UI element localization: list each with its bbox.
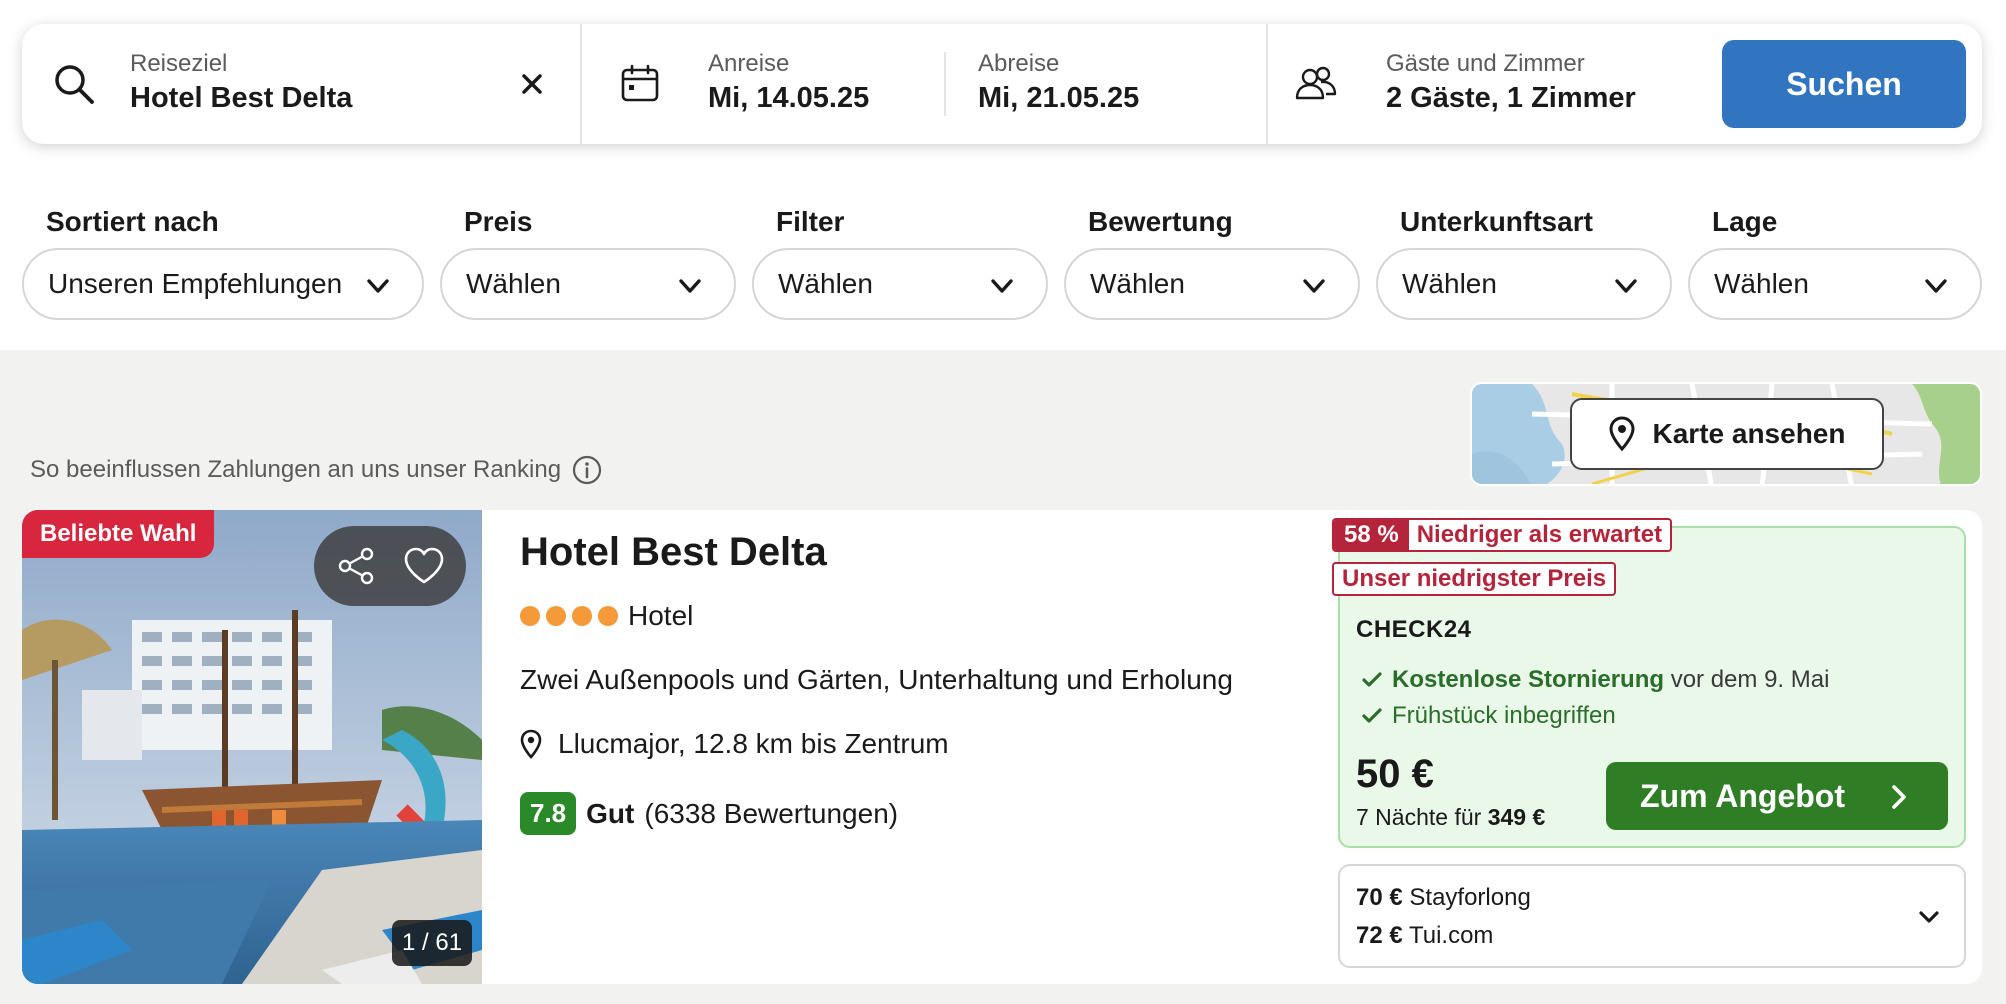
perk-breakfast-text: Frühstück inbegriffen	[1392, 702, 1616, 729]
photo-actions	[314, 526, 466, 606]
filter-label-filter: Filter	[776, 206, 845, 237]
rating-word: Gut	[586, 797, 635, 829]
star-icon	[598, 606, 618, 626]
accommodation-value: Wählen	[1402, 268, 1497, 299]
guests-value[interactable]: 2 Gäste, 1 Zimmer	[1386, 82, 1636, 115]
chevron-down-icon	[679, 279, 701, 293]
rating-select[interactable]: Wählen	[1064, 248, 1360, 320]
checkin-label: Anreise	[708, 50, 790, 77]
chevron-down-icon	[1925, 279, 1947, 293]
price-select[interactable]: Wählen	[440, 248, 736, 320]
star-icon	[546, 606, 566, 626]
check-icon	[1362, 672, 1382, 687]
destination-field[interactable]: Reiseziel Hotel Best Delta	[22, 24, 582, 144]
filter-label-rating: Bewertung	[1088, 206, 1233, 237]
chevron-down-icon	[1919, 911, 1939, 923]
discount-tag: 58 % Niedriger als erwartet	[1332, 518, 1673, 552]
discount-text: Niedriger als erwartet	[1416, 521, 1663, 548]
perk-breakfast: Frühstück inbegriffen	[1362, 702, 1616, 730]
rating-count: (6338 Bewertungen)	[644, 797, 899, 829]
hotel-name[interactable]: Hotel Best Delta	[520, 530, 827, 575]
search-button[interactable]: Suchen	[1722, 40, 1966, 128]
filter-label-sort: Sortiert nach	[46, 206, 219, 237]
location-value: Wählen	[1714, 268, 1809, 299]
hotel-photo[interactable]: Beliebte Wahl 1 / 61	[22, 510, 482, 984]
show-map-label: Karte ansehen	[1652, 418, 1846, 449]
price-total: 7 Nächte für 349 €	[1356, 804, 1545, 831]
rating-value: Wählen	[1090, 268, 1185, 299]
perk-free-cancellation: Kostenlose Stornierung vor dem 9. Mai	[1362, 666, 1829, 694]
other-offer-row: 70 € Stayforlong	[1356, 884, 1531, 912]
perk-cancellation-rest: vor dem 9. Mai	[1670, 666, 1830, 693]
info-icon[interactable]	[571, 454, 603, 486]
price-per-night: 50 €	[1356, 752, 1434, 796]
clear-icon[interactable]	[512, 64, 552, 104]
sort-select[interactable]: Unseren Empfehlungen	[22, 248, 424, 320]
view-offer-button[interactable]: Zum Angebot	[1606, 762, 1948, 830]
rating-score: 7.8	[520, 792, 577, 835]
star-rating	[520, 606, 618, 626]
location-select[interactable]: Wählen	[1688, 248, 1982, 320]
filter-label-location: Lage	[1712, 206, 1778, 237]
guests-label: Gäste und Zimmer	[1386, 50, 1585, 77]
discount-percent: 58 %	[1334, 520, 1409, 550]
star-icon	[520, 606, 540, 626]
chevron-down-icon	[367, 279, 389, 293]
price-value: Wählen	[466, 268, 561, 299]
accommodation-select[interactable]: Wählen	[1376, 248, 1672, 320]
lowest-price-tag: Unser niedrigster Preis	[1332, 562, 1617, 596]
map-pin-icon	[1609, 416, 1635, 452]
search-bar: Reiseziel Hotel Best Delta Anreise Mi, 1…	[22, 24, 1982, 144]
checkout-value[interactable]: Mi, 21.05.25	[978, 82, 1139, 115]
price-nights-prefix: 7 Nächte für	[1356, 804, 1482, 830]
chevron-right-icon	[1892, 785, 1906, 809]
filter-select[interactable]: Wählen	[752, 248, 1048, 320]
star-icon	[572, 606, 592, 626]
other-offer-price: 72 €	[1356, 922, 1403, 949]
ranking-note[interactable]: So beeinflussen Zahlungen an uns unser R…	[30, 454, 603, 486]
date-field[interactable]: Anreise Mi, 14.05.25 Abreise Mi, 21.05.2…	[582, 24, 1268, 144]
filter-value: Wählen	[778, 268, 873, 299]
hotel-card[interactable]: Beliebte Wahl 1 / 61 Hotel Best Delta Ho…	[22, 510, 1982, 984]
search-icon	[55, 65, 94, 104]
ranking-note-text: So beeinflussen Zahlungen an uns unser R…	[30, 456, 562, 483]
chevron-down-icon	[1615, 279, 1637, 293]
other-offer-provider: Tui.com	[1408, 922, 1494, 949]
filter-label-price: Preis	[464, 206, 533, 237]
offer-provider: CHECK24	[1356, 616, 1472, 643]
guests-icon	[1295, 66, 1337, 100]
other-offer-price: 70 €	[1356, 884, 1403, 911]
destination-input[interactable]: Hotel Best Delta	[130, 82, 352, 115]
show-map-button[interactable]: Karte ansehen	[1570, 398, 1884, 470]
checkout-label: Abreise	[978, 50, 1060, 77]
perk-cancellation-bold: Kostenlose Stornierung	[1392, 666, 1665, 693]
view-offer-label: Zum Angebot	[1640, 777, 1845, 814]
hotel-type: Hotel	[628, 600, 694, 631]
other-offer-row: 72 € Tui.com	[1356, 922, 1493, 950]
location-pin-icon	[520, 729, 542, 759]
hotel-location: Llucmajor, 12.8 km bis Zentrum	[520, 728, 949, 760]
calendar-icon	[621, 64, 659, 102]
heart-icon[interactable]	[402, 544, 446, 588]
chevron-down-icon	[1303, 279, 1325, 293]
filter-label-accommodation: Unterkunftsart	[1400, 206, 1593, 237]
divider	[944, 52, 946, 116]
popular-badge: Beliebte Wahl	[22, 510, 215, 558]
share-icon[interactable]	[334, 544, 378, 588]
sort-value: Unseren Empfehlungen	[48, 268, 343, 299]
guests-field[interactable]: Gäste und Zimmer 2 Gäste, 1 Zimmer	[1268, 24, 1708, 144]
location-text: Llucmajor, 12.8 km bis Zentrum	[558, 728, 949, 759]
hotel-description: Zwei Außenpools und Gärten, Unterhaltung…	[520, 664, 1233, 695]
price-nights-total: 349 €	[1487, 804, 1546, 830]
chevron-down-icon	[991, 279, 1013, 293]
destination-label: Reiseziel	[130, 50, 228, 77]
other-offers-dropdown[interactable]: 70 € Stayforlong 72 € Tui.com	[1338, 864, 1966, 968]
photo-counter: 1 / 61	[392, 920, 473, 966]
other-offer-provider: Stayforlong	[1409, 884, 1531, 911]
review-rating[interactable]: 7.8 Gut (6338 Bewertungen)	[520, 792, 898, 835]
checkin-value[interactable]: Mi, 14.05.25	[708, 82, 869, 115]
check-icon	[1362, 708, 1382, 723]
